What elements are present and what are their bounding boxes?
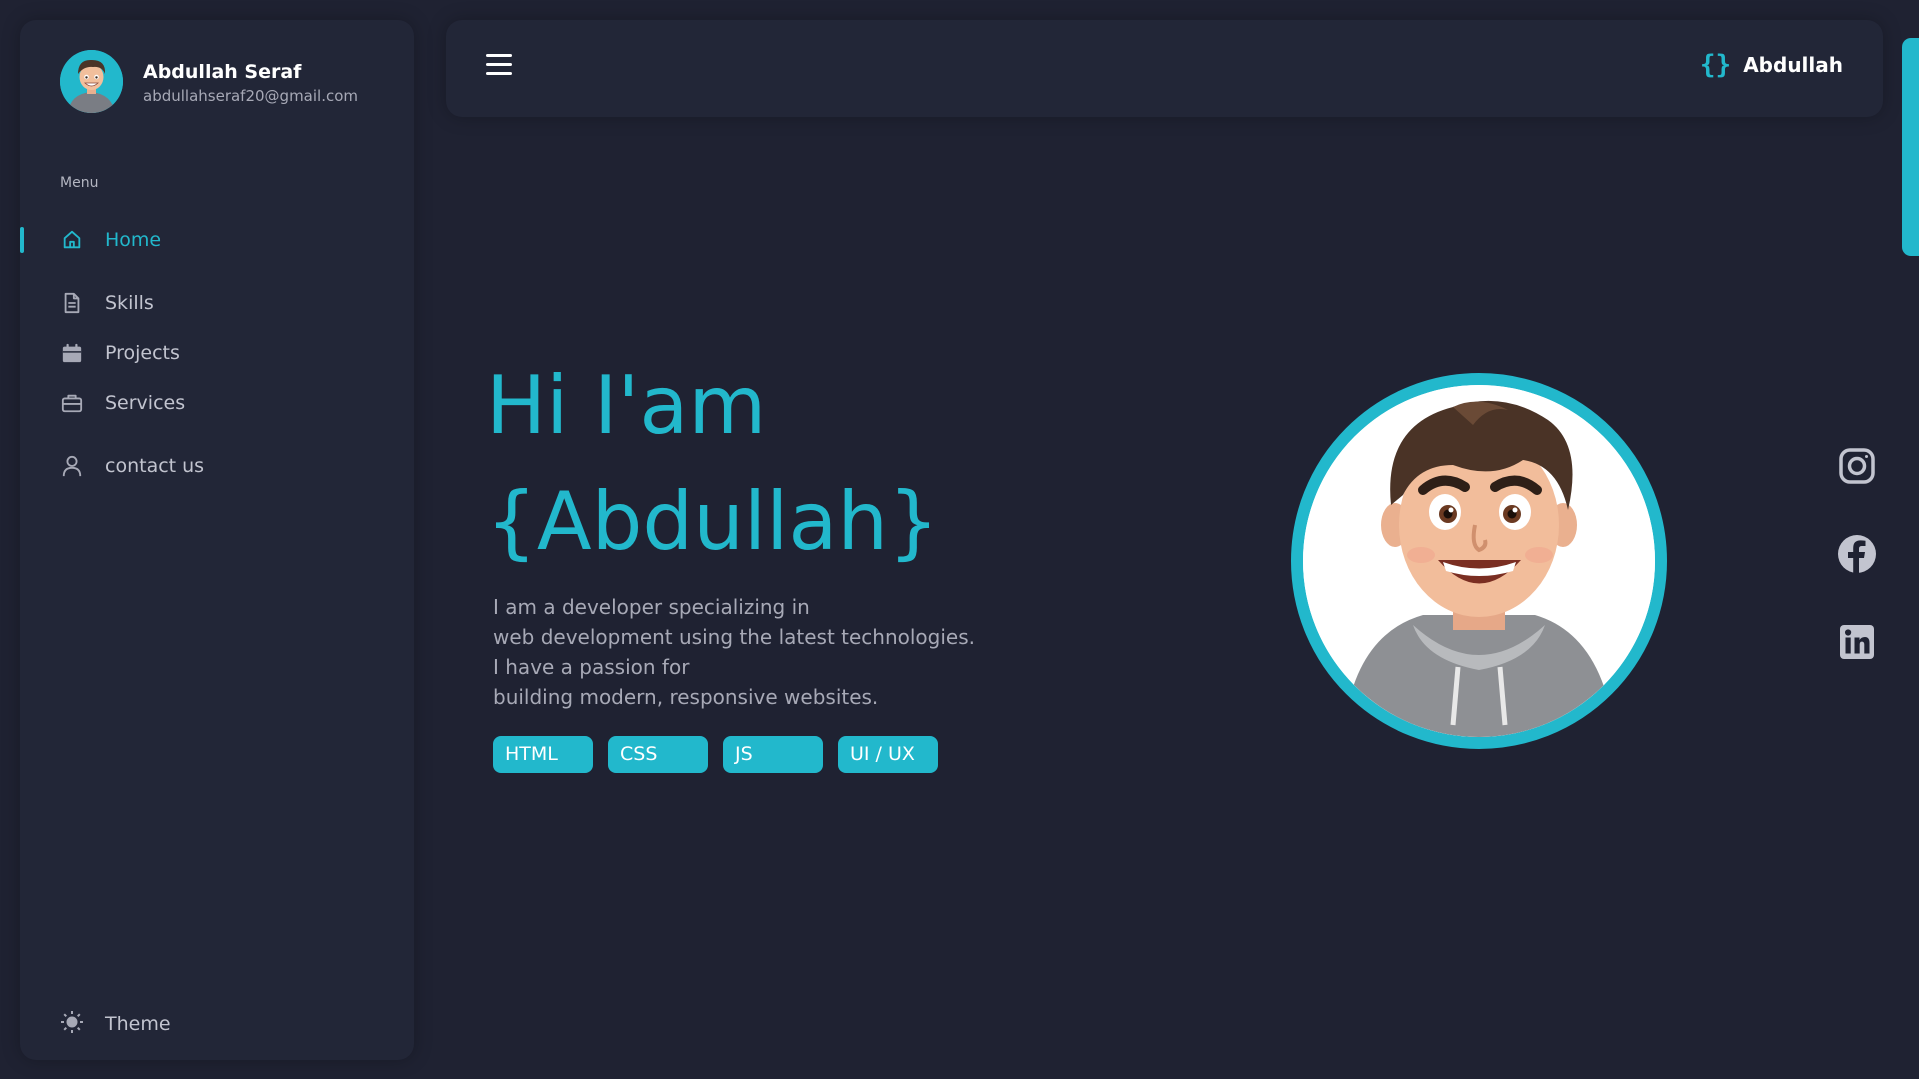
menu-heading: Menu [60, 175, 99, 191]
sidebar-item-services[interactable]: Services [20, 378, 414, 428]
sidebar-item-skills[interactable]: Skills [20, 278, 414, 328]
sidebar-item-home[interactable]: Home [20, 215, 414, 265]
hero-portrait [1291, 373, 1667, 749]
home-icon [60, 228, 84, 252]
linkedin-icon[interactable] [1837, 622, 1877, 662]
sidebar-item-contact[interactable]: contact us [20, 441, 414, 491]
tag-css[interactable]: CSS [608, 736, 708, 773]
hero-description-line: I am a developer specializing in [493, 595, 810, 619]
sidebar-item-label: Skills [105, 292, 154, 314]
avatar [60, 50, 123, 113]
sidebar-item-label: Home [105, 229, 162, 251]
brand-name: Abdullah [1743, 53, 1843, 77]
tag-js[interactable]: JS [723, 736, 823, 773]
brand-link[interactable]: {} Abdullah [1700, 50, 1843, 80]
profile-name: Abdullah Seraf [143, 60, 302, 83]
theme-toggle[interactable]: Theme [60, 1010, 171, 1038]
hero-description: I am a developer specializing in web dev… [493, 592, 1033, 712]
skill-tags: HTML CSS JS UI / UX [493, 736, 953, 773]
briefcase-icon [60, 391, 84, 415]
sidebar-item-label: Projects [105, 342, 180, 364]
sidebar-item-projects[interactable]: Projects [20, 328, 414, 378]
hero-description-line: building modern, responsive websites. [493, 685, 879, 709]
page-scrollbar[interactable] [1902, 0, 1919, 1079]
theme-label: Theme [105, 1013, 171, 1035]
hero-description-line: web development using the latest technol… [493, 625, 976, 649]
scrollbar-thumb[interactable] [1902, 38, 1919, 256]
social-links [1837, 446, 1877, 710]
sidebar-item-label: Services [105, 392, 186, 414]
tag-ui-ux[interactable]: UI / UX [838, 736, 938, 773]
profile-email: abdullahseraf20@gmail.com [143, 86, 359, 105]
hero-description-line: I have a passion for [493, 655, 690, 679]
instagram-icon[interactable] [1837, 446, 1877, 486]
hero-greeting: Hi I'am [486, 359, 767, 452]
calendar-icon [60, 341, 84, 365]
sidebar: Abdullah Seraf abdullahseraf20@gmail.com… [20, 20, 414, 1060]
facebook-icon[interactable] [1837, 534, 1877, 574]
sidebar-nav: Home Skills Projects Services contact us [20, 215, 414, 491]
document-icon [60, 291, 84, 315]
sun-icon [60, 1010, 84, 1038]
sidebar-item-label: contact us [105, 455, 205, 477]
profile-card: Abdullah Seraf abdullahseraf20@gmail.com [60, 50, 358, 113]
user-icon [60, 454, 84, 478]
portfolio-page: Abdullah Seraf abdullahseraf20@gmail.com… [0, 0, 1919, 1079]
tag-html[interactable]: HTML [493, 736, 593, 773]
hamburger-icon[interactable] [486, 54, 512, 80]
hero-name: {Abdullah} [486, 475, 939, 568]
top-bar: {} Abdullah [446, 20, 1883, 117]
brand-icon: {} [1699, 50, 1732, 80]
